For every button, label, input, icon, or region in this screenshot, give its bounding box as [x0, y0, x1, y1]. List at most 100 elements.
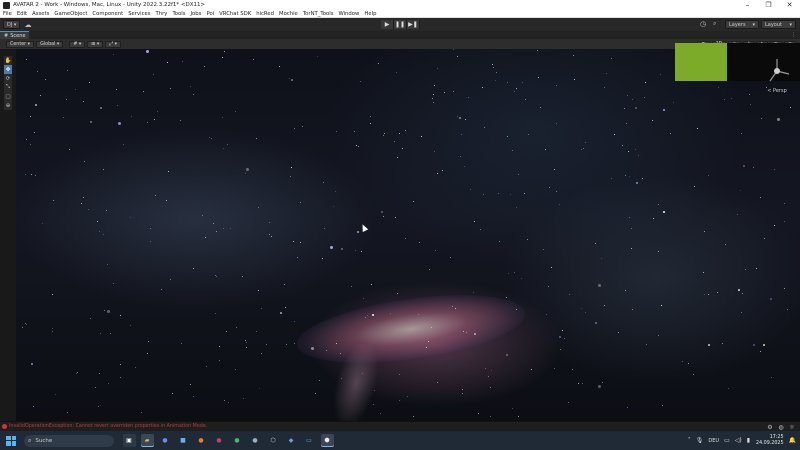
unity-hub-icon[interactable]: ⬡	[267, 434, 280, 447]
rotate-tool-icon[interactable]: ⟳	[4, 74, 12, 83]
steam-icon[interactable]: ●	[249, 434, 262, 447]
menu-services[interactable]: Services	[128, 11, 150, 17]
camera-preview	[675, 43, 727, 81]
pause-button[interactable]: ❚❚	[394, 20, 407, 29]
minimize-button[interactable]: –	[737, 0, 758, 10]
menu-edit[interactable]: Edit	[17, 11, 27, 17]
star	[658, 251, 659, 252]
layers-dropdown[interactable]: Layers ▾	[725, 20, 759, 29]
increment-snap-dropdown[interactable]: ⤢ ▾	[105, 40, 122, 48]
star	[728, 388, 729, 389]
store-icon[interactable]: ■	[177, 434, 190, 447]
menu-assets[interactable]: Assets	[32, 11, 49, 17]
star	[498, 193, 499, 194]
star	[670, 133, 671, 134]
menu-thry[interactable]: Thry	[156, 11, 168, 17]
menu-tools[interactable]: Tools	[172, 11, 185, 17]
menu-poi[interactable]: Poi	[206, 11, 214, 17]
windows-start-icon[interactable]	[6, 435, 16, 446]
firefox-icon[interactable]: ●	[195, 434, 208, 447]
bug-icon[interactable]: ⚙	[766, 423, 774, 431]
title-bar: AVATAR 2 - Work - Windows, Mac, Linux - …	[0, 0, 800, 10]
task-view-icon[interactable]: ▣	[122, 434, 136, 447]
monitor-icon[interactable]: ▭	[724, 437, 730, 444]
snap-dropdown[interactable]: ⊞ ▾	[87, 40, 104, 48]
star	[206, 366, 207, 367]
close-button[interactable]: ✕	[779, 0, 800, 10]
step-button[interactable]: ▶❚	[407, 20, 420, 29]
star	[602, 382, 603, 383]
more-options-icon[interactable]: ⋮	[791, 32, 796, 38]
menu-component[interactable]: Component	[92, 11, 123, 17]
lighting-bake-icon[interactable]: ☼	[788, 423, 796, 431]
hand-tool-icon[interactable]: ✋	[4, 56, 12, 65]
notifications-icon[interactable]: 🔔	[789, 437, 796, 444]
menu-window[interactable]: Window	[338, 11, 359, 17]
star	[33, 406, 34, 407]
language-indicator[interactable]: DEU	[708, 438, 719, 444]
status-bar: InvalidOperationException: Cannot revert…	[0, 421, 800, 431]
search-icon[interactable]: ⌕	[713, 20, 716, 28]
battery-icon[interactable]: ▮	[747, 437, 750, 444]
star	[170, 279, 171, 280]
menu-help[interactable]: Help	[364, 11, 376, 17]
menu-tornt-tools[interactable]: TorNT_Tools	[303, 11, 334, 17]
star	[652, 120, 653, 121]
star	[120, 364, 121, 365]
star	[658, 204, 659, 205]
menu-gameobject[interactable]: GameObject	[54, 11, 87, 17]
maximize-button[interactable]: ❐	[758, 0, 779, 10]
star	[266, 344, 267, 345]
browser-icon[interactable]: ●	[213, 434, 226, 447]
star	[625, 290, 626, 291]
transform-tool-icon[interactable]: ⊕	[4, 101, 12, 110]
menu-vrchat-sdk[interactable]: VRChat SDK	[219, 11, 251, 17]
star	[219, 360, 220, 361]
cloud-icon[interactable]: ☁	[24, 21, 31, 29]
rect-tool-icon[interactable]: ▢	[4, 92, 12, 101]
file-explorer-icon[interactable]: ▰	[140, 434, 154, 447]
star	[485, 368, 486, 369]
remote-desktop-icon[interactable]: ▭	[303, 434, 316, 447]
vscode-icon[interactable]: ◆	[285, 434, 298, 447]
pivot-rotation-dropdown[interactable]: Global ▾	[36, 40, 64, 48]
chevron-up-icon[interactable]: ˄	[688, 437, 691, 444]
volume-icon[interactable]: ◁)	[735, 437, 742, 444]
spotify-icon[interactable]: ●	[231, 434, 244, 447]
star	[75, 89, 76, 90]
star	[284, 284, 285, 285]
menu-jobs[interactable]: Jobs	[191, 11, 202, 17]
pivot-mode-dropdown[interactable]: Center ▾	[6, 40, 35, 48]
progress-icon[interactable]: ◍	[777, 423, 785, 431]
perspective-label[interactable]: < Persp	[767, 88, 787, 94]
star	[661, 305, 662, 306]
microphone-icon[interactable]: 🎙	[696, 437, 704, 444]
orientation-gizmo[interactable]: < Persp	[762, 56, 792, 116]
scale-tool-icon[interactable]: ⤡	[4, 83, 12, 92]
scene-viewport[interactable]	[16, 49, 800, 421]
star	[294, 343, 295, 344]
menu-hlcred[interactable]: hlcRed	[256, 11, 274, 17]
discord-icon[interactable]: ●	[159, 434, 172, 447]
console-error-message[interactable]: InvalidOperationException: Cannot revert…	[9, 424, 207, 429]
unity-icon[interactable]: ⬢	[320, 434, 334, 447]
star	[150, 241, 151, 242]
history-icon[interactable]: ◷	[700, 20, 706, 28]
tab-scene[interactable]: # Scene	[0, 31, 30, 39]
taskbar-search-input[interactable]: ⌕ Suche	[24, 434, 114, 447]
star	[395, 217, 396, 218]
star	[224, 400, 225, 401]
star	[724, 99, 725, 100]
clock[interactable]: 17:25 24.09.2025	[756, 435, 783, 447]
menu-mochie[interactable]: Mochie	[279, 11, 298, 17]
move-tool-icon[interactable]: ✥	[4, 65, 12, 74]
grid-dropdown[interactable]: # ▾	[69, 40, 86, 48]
menu-file[interactable]: File	[3, 11, 12, 17]
account-dropdown[interactable]: DJ ▾	[3, 20, 21, 29]
star	[753, 344, 755, 346]
star	[157, 111, 158, 112]
star	[258, 290, 259, 291]
layout-dropdown[interactable]: Layout ▾	[761, 20, 796, 29]
play-button[interactable]: ▶	[381, 20, 394, 29]
star	[516, 207, 517, 208]
